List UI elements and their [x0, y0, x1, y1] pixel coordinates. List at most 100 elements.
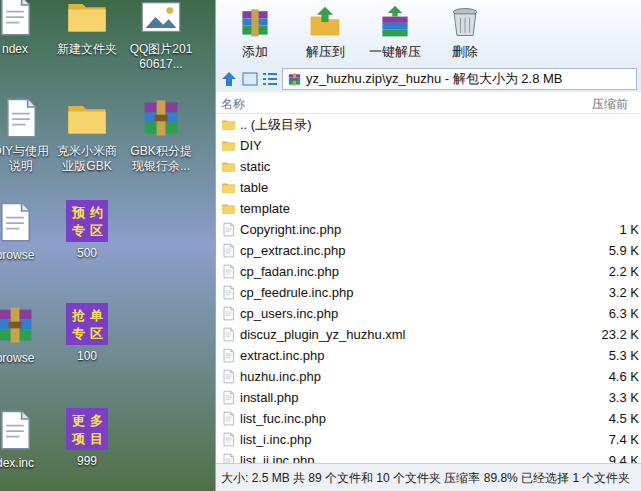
file-size: 1 K [619, 220, 639, 240]
file-row[interactable]: list_ii.inc.php9.4 K [216, 450, 641, 463]
desktop: ndex DIY与使用说明 browse browse dex.inc 新建文件夹克米小米… [0, 0, 215, 491]
file-size: 5.3 K [609, 346, 639, 366]
column-header: 名称 压缩前 [216, 95, 641, 114]
folder-icon [221, 201, 236, 216]
file-row[interactable]: install.php3.3 K [216, 387, 641, 408]
file-icon [221, 411, 236, 426]
file-size: 3.2 K [609, 283, 639, 303]
file-row[interactable]: cp_fadan.inc.php2.2 K [216, 261, 641, 282]
desktop-icon-label: browse [0, 351, 47, 366]
file-icon [221, 264, 236, 279]
desktop-icon-label: QQ图片20160617... [129, 42, 193, 72]
folder-icon [221, 117, 236, 132]
document-icon [0, 0, 37, 38]
desktop-icon[interactable]: browse [0, 200, 50, 263]
file-icon [221, 432, 236, 447]
file-size: 2.2 K [609, 262, 639, 282]
desktop-icon[interactable]: 新建文件夹 [52, 0, 122, 57]
folder-icon [65, 0, 109, 38]
file-icon [221, 348, 236, 363]
file-row[interactable]: discuz_plugin_yz_huzhu.xml23.2 K [216, 324, 641, 345]
folder-icon [221, 180, 236, 195]
file-icon [221, 327, 236, 342]
toolbar: 添加解压到一键解压删除 [216, 0, 641, 66]
file-row[interactable]: list_i.inc.php7.4 K [216, 429, 641, 450]
desktop-icon[interactable]: 克米小米商业版GBK [52, 96, 122, 174]
desktop-icon-label: ndex [0, 42, 47, 57]
file-row[interactable]: .. (上级目录) [216, 114, 641, 135]
archive-icon [287, 72, 302, 87]
list-view-icon[interactable] [242, 71, 258, 87]
desktop-icon[interactable]: DIY与使用说明 [0, 96, 56, 174]
desktop-icon-label: 999 [55, 454, 119, 469]
toolbar-button[interactable]: 解压到 [291, 4, 359, 62]
address-bar: yz_huzhu.zip\yz_huzhu - 解包大小为 2.8 MB [216, 66, 641, 92]
image-icon [139, 0, 183, 38]
desktop-icon[interactable]: 预约专区 500 [52, 200, 122, 261]
file-row[interactable]: DIY [216, 135, 641, 156]
file-list: .. (上级目录)DIYstatictabletemplateCopyright… [216, 114, 641, 463]
desktop-icon-label: 500 [55, 246, 119, 261]
desktop-icon-label: DIY与使用说明 [0, 144, 53, 174]
file-row[interactable]: template [216, 198, 641, 219]
file-size: 7.4 K [609, 430, 639, 450]
desktop-icon[interactable]: dex.inc [0, 408, 50, 471]
file-size: 23.2 K [601, 325, 639, 345]
desktop-icon[interactable]: browse [0, 303, 50, 366]
tile-icon: 更多项目 [66, 408, 108, 450]
file-icon [221, 243, 236, 258]
file-icon [221, 453, 236, 463]
file-row[interactable]: static [216, 156, 641, 177]
path-field[interactable]: yz_huzhu.zip\yz_huzhu - 解包大小为 2.8 MB [282, 68, 637, 90]
file-row[interactable]: list_fuc.inc.php4.5 K [216, 408, 641, 429]
file-size: 3.3 K [609, 388, 639, 408]
desktop-icon-label: 新建文件夹 [55, 42, 119, 57]
extract-icon [307, 4, 343, 40]
desktop-icon-label: 克米小米商业版GBK [55, 144, 119, 174]
status-bar: 大小: 2.5 MB 共 89 个文件和 10 个文件夹 压缩率 89.8% 已… [216, 463, 641, 491]
desktop-icon[interactable]: ndex [0, 0, 50, 57]
desktop-icon[interactable]: 更多项目 999 [52, 408, 122, 469]
file-icon [221, 222, 236, 237]
add-icon [237, 4, 273, 40]
desktop-icon-label: 100 [55, 349, 119, 364]
file-row[interactable]: cp_extract.inc.php5.9 K [216, 240, 641, 261]
archive-icon [0, 303, 37, 347]
file-row[interactable]: Copyright.inc.php1 K [216, 219, 641, 240]
file-row[interactable]: table [216, 177, 641, 198]
desktop-icon-label: dex.inc [0, 456, 47, 471]
folder-icon [221, 138, 236, 153]
document-icon [0, 96, 43, 140]
folder-icon [221, 159, 236, 174]
file-row[interactable]: huzhu.inc.php4.6 K [216, 366, 641, 387]
file-size: 5.9 K [609, 241, 639, 261]
file-row[interactable]: cp_feedrule.inc.php3.2 K [216, 282, 641, 303]
desktop-icon[interactable]: GBK积分提现银行余... [126, 96, 196, 174]
file-size: 4.6 K [609, 367, 639, 387]
one-click-extract-icon [377, 4, 413, 40]
screen: ndex DIY与使用说明 browse browse dex.inc 新建文件夹克米小米… [0, 0, 641, 491]
toolbar-button[interactable]: 一键解压 [361, 4, 429, 62]
tile-icon: 预约专区 [66, 200, 108, 242]
desktop-icon[interactable]: QQ图片20160617... [126, 0, 196, 72]
toolbar-button[interactable]: 删除 [431, 4, 499, 62]
column-name[interactable]: 名称 [221, 95, 245, 113]
file-size: 4.5 K [609, 409, 639, 429]
file-icon [221, 285, 236, 300]
file-icon [221, 306, 236, 321]
desktop-icon-label: browse [0, 248, 47, 263]
file-icon [221, 390, 236, 405]
archive-icon [139, 96, 183, 140]
details-view-icon[interactable] [262, 71, 278, 87]
file-row[interactable]: extract.inc.php5.3 K [216, 345, 641, 366]
file-icon [221, 369, 236, 384]
column-size[interactable]: 压缩前 [592, 95, 636, 113]
toolbar-button[interactable]: 添加 [221, 4, 289, 62]
file-size: 6.3 K [609, 304, 639, 324]
up-arrow-icon[interactable] [220, 70, 238, 88]
delete-icon [447, 4, 483, 40]
document-icon [0, 200, 37, 244]
desktop-icon[interactable]: 抢单专区100 [52, 303, 122, 364]
document-icon [0, 408, 37, 452]
file-row[interactable]: cp_users.inc.php6.3 K [216, 303, 641, 324]
